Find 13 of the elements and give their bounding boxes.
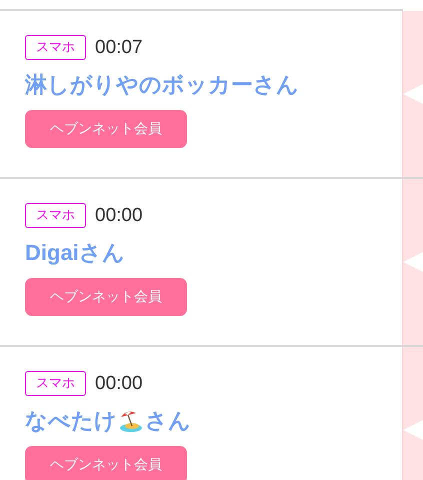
device-tag: スマホ: [25, 35, 86, 60]
user-name[interactable]: 淋しがりやのボッカーさん: [25, 70, 402, 100]
time-text: 00:07: [95, 36, 143, 58]
time-text: 00:00: [95, 372, 143, 394]
member-badge[interactable]: ヘブンネット会員: [25, 278, 187, 316]
beach-umbrella-icon: [119, 409, 143, 433]
user-name[interactable]: なべたけ さん: [25, 406, 402, 436]
member-badge[interactable]: ヘブンネット会員: [25, 446, 187, 480]
member-badge[interactable]: ヘブンネット会員: [25, 110, 187, 148]
user-name[interactable]: Digaiさん: [25, 238, 402, 268]
time-text: 00:00: [95, 204, 143, 226]
device-tag: スマホ: [25, 371, 86, 396]
device-tag: スマホ: [25, 203, 86, 228]
